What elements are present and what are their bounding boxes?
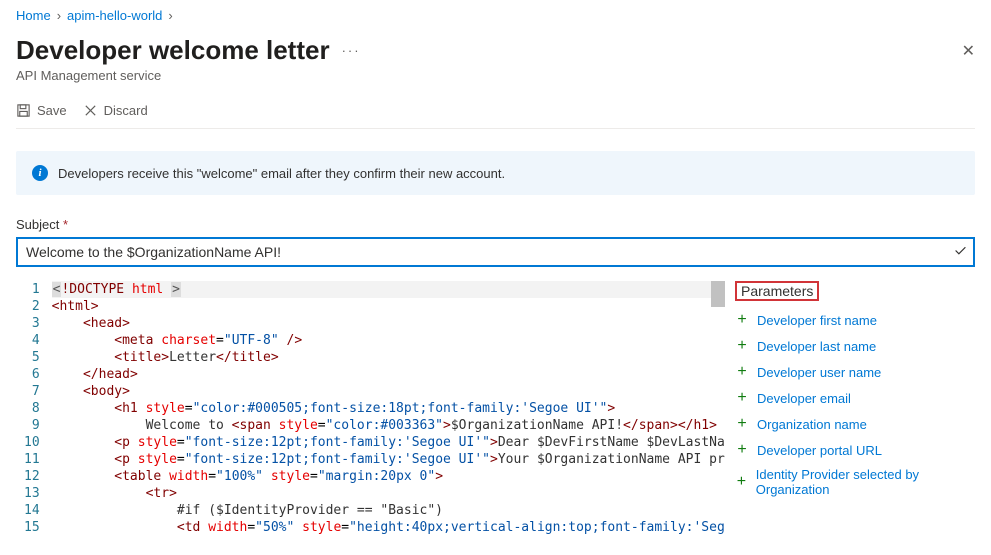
scrollbar-vertical[interactable] <box>711 281 725 307</box>
plus-icon: + <box>735 415 749 433</box>
close-icon[interactable]: ✕ <box>962 41 975 61</box>
parameter-item[interactable]: + Developer portal URL <box>735 437 975 463</box>
parameter-label: Developer first name <box>757 313 877 328</box>
code-content[interactable]: <!DOCTYPE html ><html> <head> <meta char… <box>52 281 725 536</box>
toolbar: Save Discard <box>16 97 975 129</box>
plus-icon: + <box>735 389 749 407</box>
page-title: Developer welcome letter <box>16 35 330 66</box>
plus-icon: + <box>735 473 748 491</box>
subject-label: Subject * <box>16 217 975 232</box>
parameter-label: Organization name <box>757 417 867 432</box>
save-icon <box>16 103 31 118</box>
parameter-item[interactable]: + Developer last name <box>735 333 975 359</box>
parameter-item[interactable]: + Identity Provider selected by Organizat… <box>735 463 975 501</box>
info-banner-text: Developers receive this "welcome" email … <box>58 166 505 181</box>
parameter-item[interactable]: + Organization name <box>735 411 975 437</box>
chevron-right-icon: › <box>168 8 172 23</box>
page-subtitle: API Management service <box>16 68 975 83</box>
breadcrumb: Home › apim-hello-world › <box>16 8 975 23</box>
check-icon <box>954 244 967 260</box>
parameters-header: Parameters <box>735 281 819 301</box>
parameter-label: Identity Provider selected by Organizati… <box>756 467 975 497</box>
parameters-panel: Parameters + Developer first name + Develop… <box>725 281 975 536</box>
plus-icon: + <box>735 337 749 355</box>
parameter-label: Developer last name <box>757 339 876 354</box>
more-actions-icon[interactable]: ··· <box>342 43 361 58</box>
breadcrumb-home[interactable]: Home <box>16 8 51 23</box>
chevron-right-icon: › <box>57 8 61 23</box>
code-editor[interactable]: 123456789101112131415 <!DOCTYPE html ><h… <box>16 281 725 536</box>
parameter-label: Developer email <box>757 391 851 406</box>
close-icon <box>83 103 98 118</box>
parameter-label: Developer user name <box>757 365 881 380</box>
line-numbers: 123456789101112131415 <box>16 281 52 536</box>
parameter-item[interactable]: + Developer first name <box>735 307 975 333</box>
parameter-item[interactable]: + Developer user name <box>735 359 975 385</box>
discard-button[interactable]: Discard <box>83 103 148 118</box>
plus-icon: + <box>735 363 749 381</box>
save-button[interactable]: Save <box>16 103 67 118</box>
subject-input[interactable] <box>16 237 975 267</box>
parameter-item[interactable]: + Developer email <box>735 385 975 411</box>
plus-icon: + <box>735 441 749 459</box>
info-icon: i <box>32 165 48 181</box>
info-banner: i Developers receive this "welcome" emai… <box>16 151 975 195</box>
breadcrumb-service[interactable]: apim-hello-world <box>67 8 162 23</box>
plus-icon: + <box>735 311 749 329</box>
parameter-label: Developer portal URL <box>757 443 882 458</box>
